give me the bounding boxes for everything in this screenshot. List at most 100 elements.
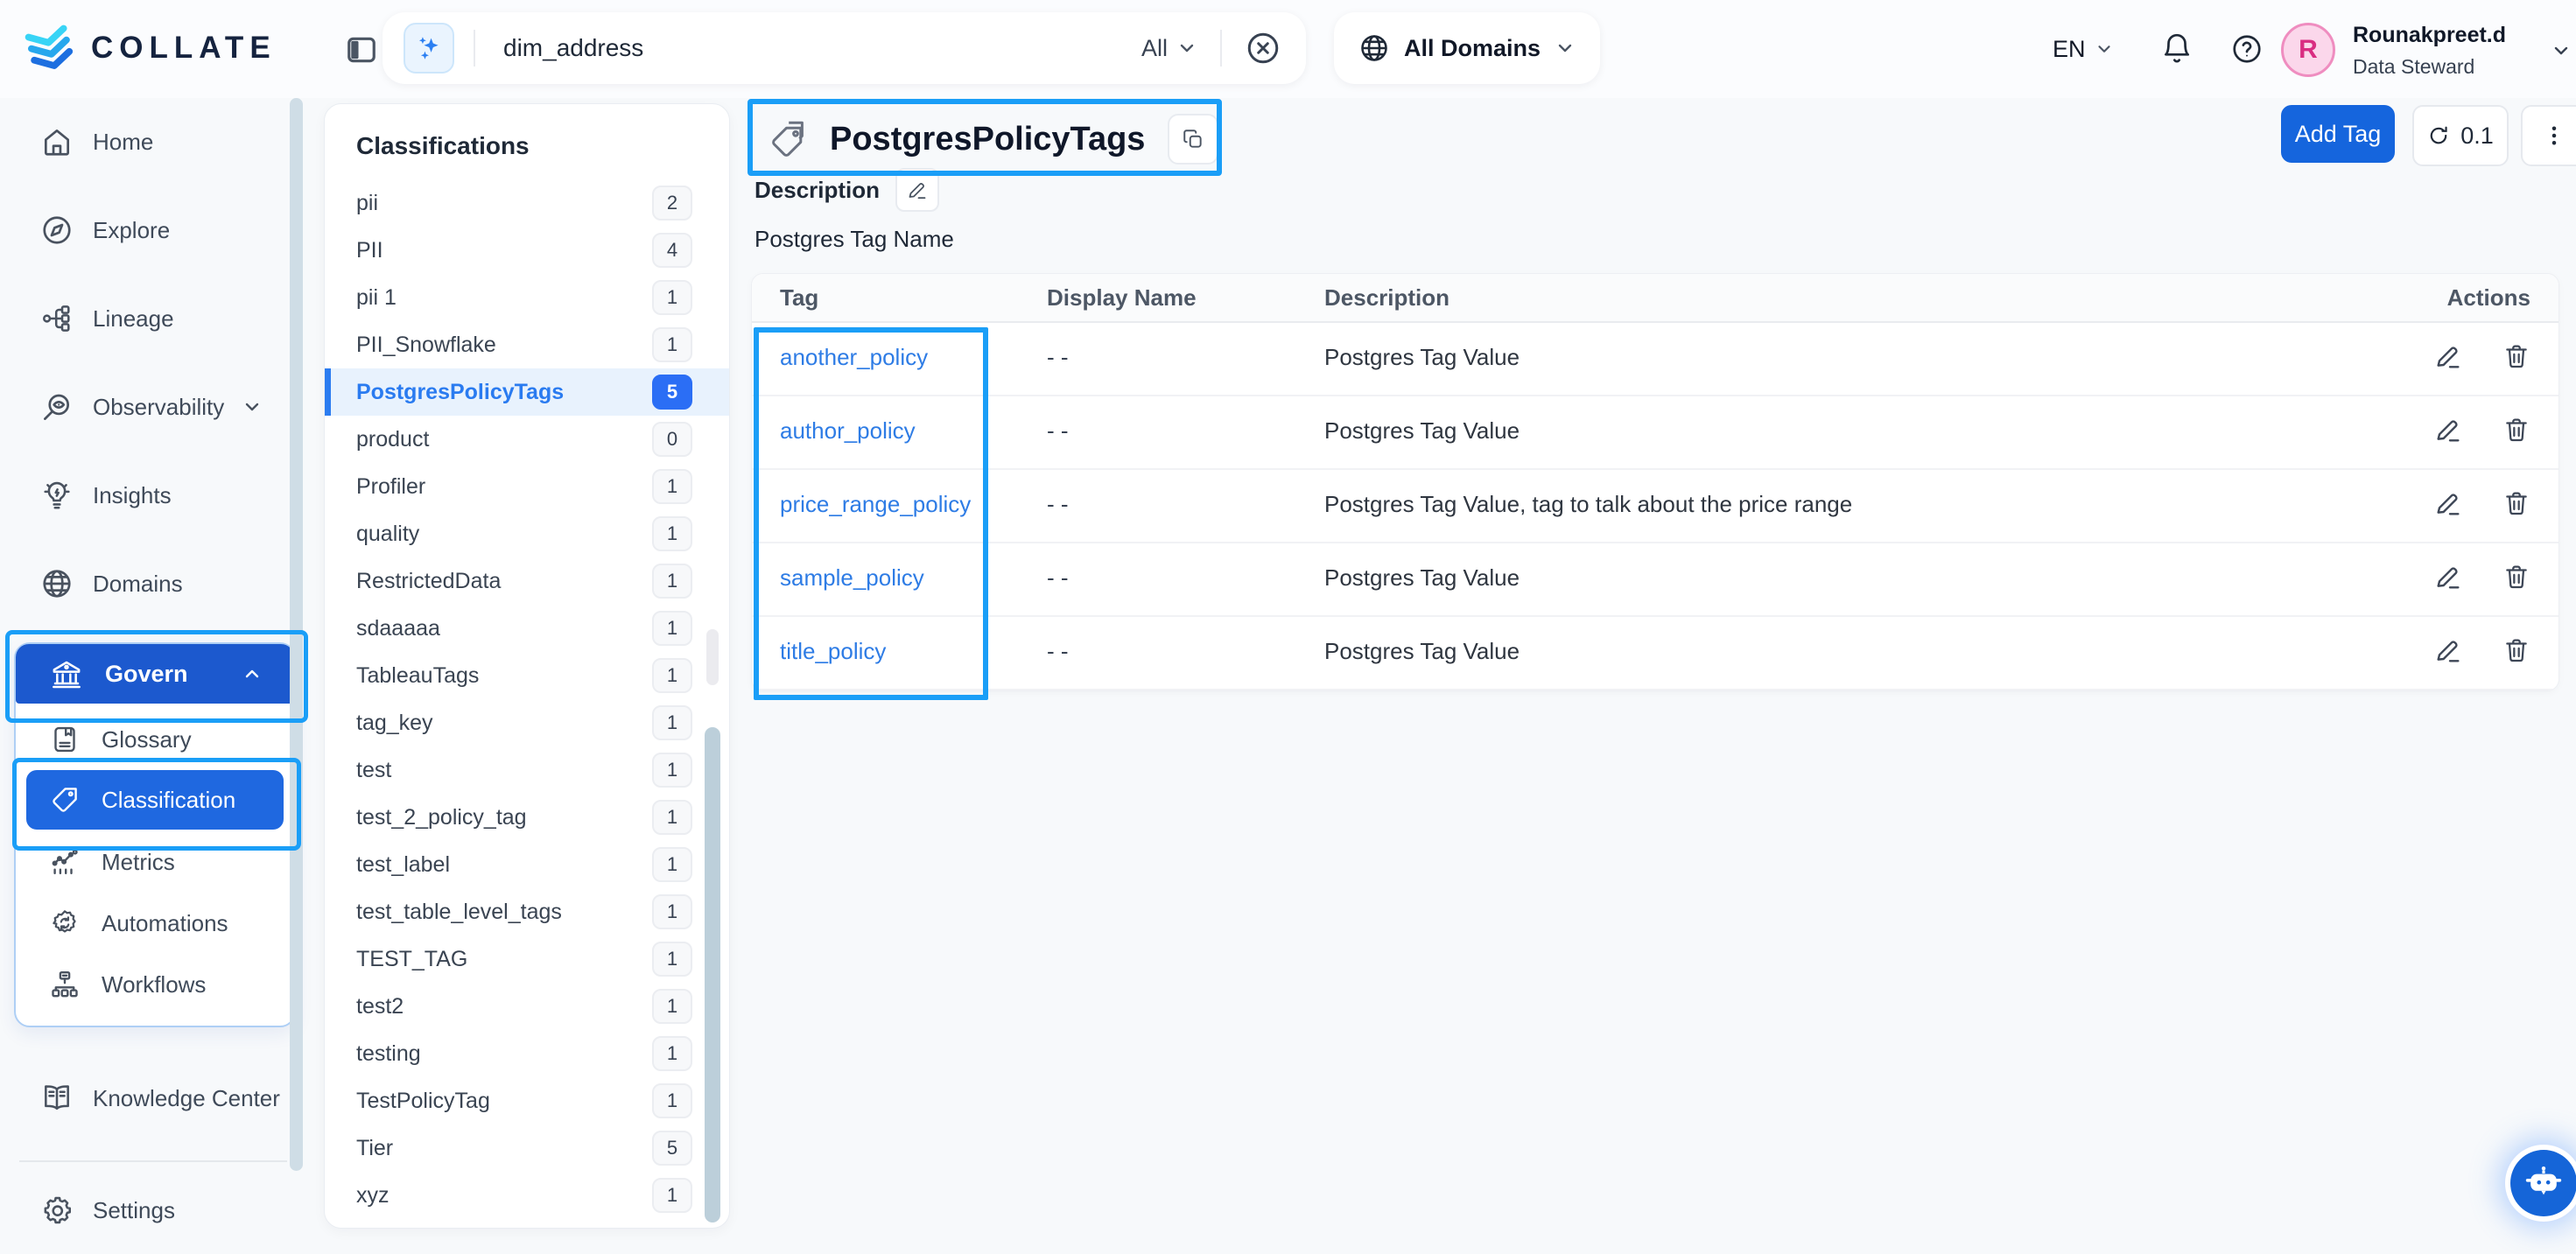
classification-item-restricteddata[interactable]: RestrictedData1 bbox=[325, 557, 729, 605]
table-row: author_policy- -Postgres Tag Value bbox=[752, 396, 2558, 470]
sidebar-item-lineage[interactable]: Lineage bbox=[0, 275, 305, 362]
count-badge: 1 bbox=[652, 800, 692, 835]
classification-item-test2[interactable]: test21 bbox=[325, 983, 729, 1030]
tag-link[interactable]: author_policy bbox=[780, 417, 916, 444]
version-label: 0.1 bbox=[2460, 123, 2494, 150]
display-name-cell: - - bbox=[1047, 617, 1324, 665]
chevron-down-icon bbox=[242, 396, 263, 417]
description-label: Description bbox=[755, 177, 880, 204]
delete-tag-button[interactable] bbox=[2502, 563, 2530, 591]
classification-label: TableauTags bbox=[356, 663, 479, 689]
edit-tag-button[interactable] bbox=[2434, 342, 2462, 370]
sidebar-item-metrics[interactable]: Metrics bbox=[16, 831, 294, 893]
classification-label: TestPolicyTag bbox=[356, 1089, 490, 1114]
classification-item-quality[interactable]: quality1 bbox=[325, 510, 729, 557]
sidebar-toggle-icon[interactable] bbox=[345, 33, 378, 67]
user-menu[interactable]: Rounakpreet.d Data Steward bbox=[2353, 23, 2506, 79]
edit-tag-button[interactable] bbox=[2434, 563, 2462, 591]
sidebar-item-explore[interactable]: Explore bbox=[0, 186, 305, 274]
edit-tag-button[interactable] bbox=[2434, 636, 2462, 664]
ai-search-chip[interactable] bbox=[404, 23, 454, 74]
classification-label: test bbox=[356, 758, 391, 783]
display-name-cell: - - bbox=[1047, 396, 1324, 445]
tag-link[interactable]: title_policy bbox=[780, 638, 886, 664]
classification-item-test-2-policy-tag[interactable]: test_2_policy_tag1 bbox=[325, 794, 729, 841]
classification-label: xyz bbox=[356, 1183, 390, 1208]
count-badge: 1 bbox=[652, 942, 692, 977]
sidebar-item-knowledge-center[interactable]: Knowledge Center bbox=[0, 1054, 305, 1142]
classification-item-pii[interactable]: pii2 bbox=[325, 179, 729, 227]
tags-icon bbox=[770, 118, 812, 160]
sparkles-icon bbox=[414, 33, 444, 63]
classification-item-test-label[interactable]: test_label1 bbox=[325, 841, 729, 888]
all-domains-dropdown[interactable]: All Domains bbox=[1334, 12, 1600, 84]
classification-item-tag-key[interactable]: tag_key 1 bbox=[325, 699, 729, 746]
page-title-row: PostgresPolicyTags bbox=[770, 114, 1218, 165]
classification-label: Profiler bbox=[356, 474, 425, 500]
sidebar-item-classification[interactable]: Classification bbox=[26, 770, 284, 830]
classification-item-tier[interactable]: Tier5 bbox=[325, 1124, 729, 1172]
language-dropdown[interactable]: EN bbox=[2053, 0, 2114, 98]
add-tag-button[interactable]: Add Tag bbox=[2281, 105, 2395, 163]
avatar[interactable]: R bbox=[2281, 23, 2335, 77]
sidebar-item-govern[interactable]: Govern bbox=[16, 644, 294, 704]
delete-tag-button[interactable] bbox=[2502, 416, 2530, 444]
classification-item-pii-1[interactable]: pii 11 bbox=[325, 274, 729, 321]
sidebar-item-domains[interactable]: Domains bbox=[0, 540, 305, 627]
chatbot-button[interactable] bbox=[2510, 1150, 2576, 1216]
actions-cell bbox=[2355, 617, 2530, 664]
classification-item-pii[interactable]: PII4 bbox=[325, 227, 729, 274]
classification-item-test-table-level-tags[interactable]: test_table_level_tags1 bbox=[325, 888, 729, 935]
count-badge: 1 bbox=[652, 469, 692, 504]
tag-link[interactable]: another_policy bbox=[780, 344, 928, 370]
help-icon[interactable] bbox=[2230, 32, 2264, 66]
sidebar-item-home[interactable]: Home bbox=[0, 98, 305, 186]
classification-label: tag_key bbox=[356, 711, 433, 736]
classification-item-test-tag[interactable]: TEST_TAG1 bbox=[325, 935, 729, 983]
edit-description-button[interactable] bbox=[895, 168, 939, 212]
classification-item-tableautags[interactable]: TableauTags1 bbox=[325, 652, 729, 699]
classifications-scrollbar-thumb[interactable] bbox=[706, 629, 719, 685]
delete-tag-button[interactable] bbox=[2502, 342, 2530, 370]
version-history-icon bbox=[2427, 124, 2450, 147]
sidebar-item-glossary[interactable]: Glossary bbox=[16, 709, 294, 770]
classification-item-pii-snowflake[interactable]: PII_Snowflake1 bbox=[325, 321, 729, 368]
more-options-button[interactable] bbox=[2521, 105, 2576, 166]
column-header-display-name: Display Name bbox=[1047, 284, 1324, 312]
classification-item-testpolicytag[interactable]: TestPolicyTag1 bbox=[325, 1077, 729, 1124]
delete-tag-button[interactable] bbox=[2502, 489, 2530, 517]
edit-tag-button[interactable] bbox=[2434, 416, 2462, 444]
sidebar-item-observability[interactable]: Observability bbox=[0, 363, 305, 451]
search-input[interactable]: dim_address bbox=[503, 34, 1141, 62]
search-scope-dropdown[interactable]: All bbox=[1141, 35, 1197, 62]
clear-search-icon[interactable] bbox=[1245, 30, 1281, 67]
classification-item-xyz[interactable]: xyz1 bbox=[325, 1172, 729, 1219]
collate-logo-icon bbox=[23, 21, 77, 75]
classification-item-test[interactable]: test1 bbox=[325, 746, 729, 794]
edit-tag-button[interactable] bbox=[2434, 489, 2462, 517]
sidebar-item-insights[interactable]: Insights bbox=[0, 452, 305, 539]
sidebar-scrollbar[interactable] bbox=[290, 98, 303, 1171]
classification-item-sdaaaaa[interactable]: sdaaaaa1 bbox=[325, 605, 729, 652]
classification-item-testing[interactable]: testing1 bbox=[325, 1030, 729, 1077]
copy-name-button[interactable] bbox=[1168, 114, 1218, 165]
version-button[interactable]: 0.1 bbox=[2412, 105, 2509, 166]
sidebar-item-workflows[interactable]: Workflows bbox=[16, 954, 294, 1015]
sidebar-item-settings[interactable]: Settings bbox=[0, 1166, 305, 1254]
classification-item-product[interactable]: product0 bbox=[325, 416, 729, 463]
notifications-bell-icon[interactable] bbox=[2160, 32, 2193, 66]
tag-link[interactable]: price_range_policy bbox=[780, 491, 971, 517]
classification-item-profiler[interactable]: Profiler 1 bbox=[325, 463, 729, 510]
collate-logo[interactable]: COLLATE bbox=[23, 21, 277, 75]
compass-icon bbox=[40, 214, 74, 247]
count-badge: 1 bbox=[652, 705, 692, 740]
govern-icon bbox=[49, 656, 84, 691]
sidebar-item-automations[interactable]: Automations bbox=[16, 893, 294, 954]
user-menu-chevron-icon[interactable] bbox=[2551, 40, 2572, 61]
global-search-bar[interactable]: dim_address All bbox=[383, 12, 1306, 84]
tag-link[interactable]: sample_policy bbox=[780, 564, 924, 591]
delete-tag-button[interactable] bbox=[2502, 636, 2530, 664]
sidebar-item-label: Observability bbox=[93, 394, 224, 421]
classification-item-postgrespolicytags[interactable]: PostgresPolicyTags5 bbox=[325, 368, 729, 416]
classifications-scrollbar[interactable] bbox=[705, 727, 720, 1222]
